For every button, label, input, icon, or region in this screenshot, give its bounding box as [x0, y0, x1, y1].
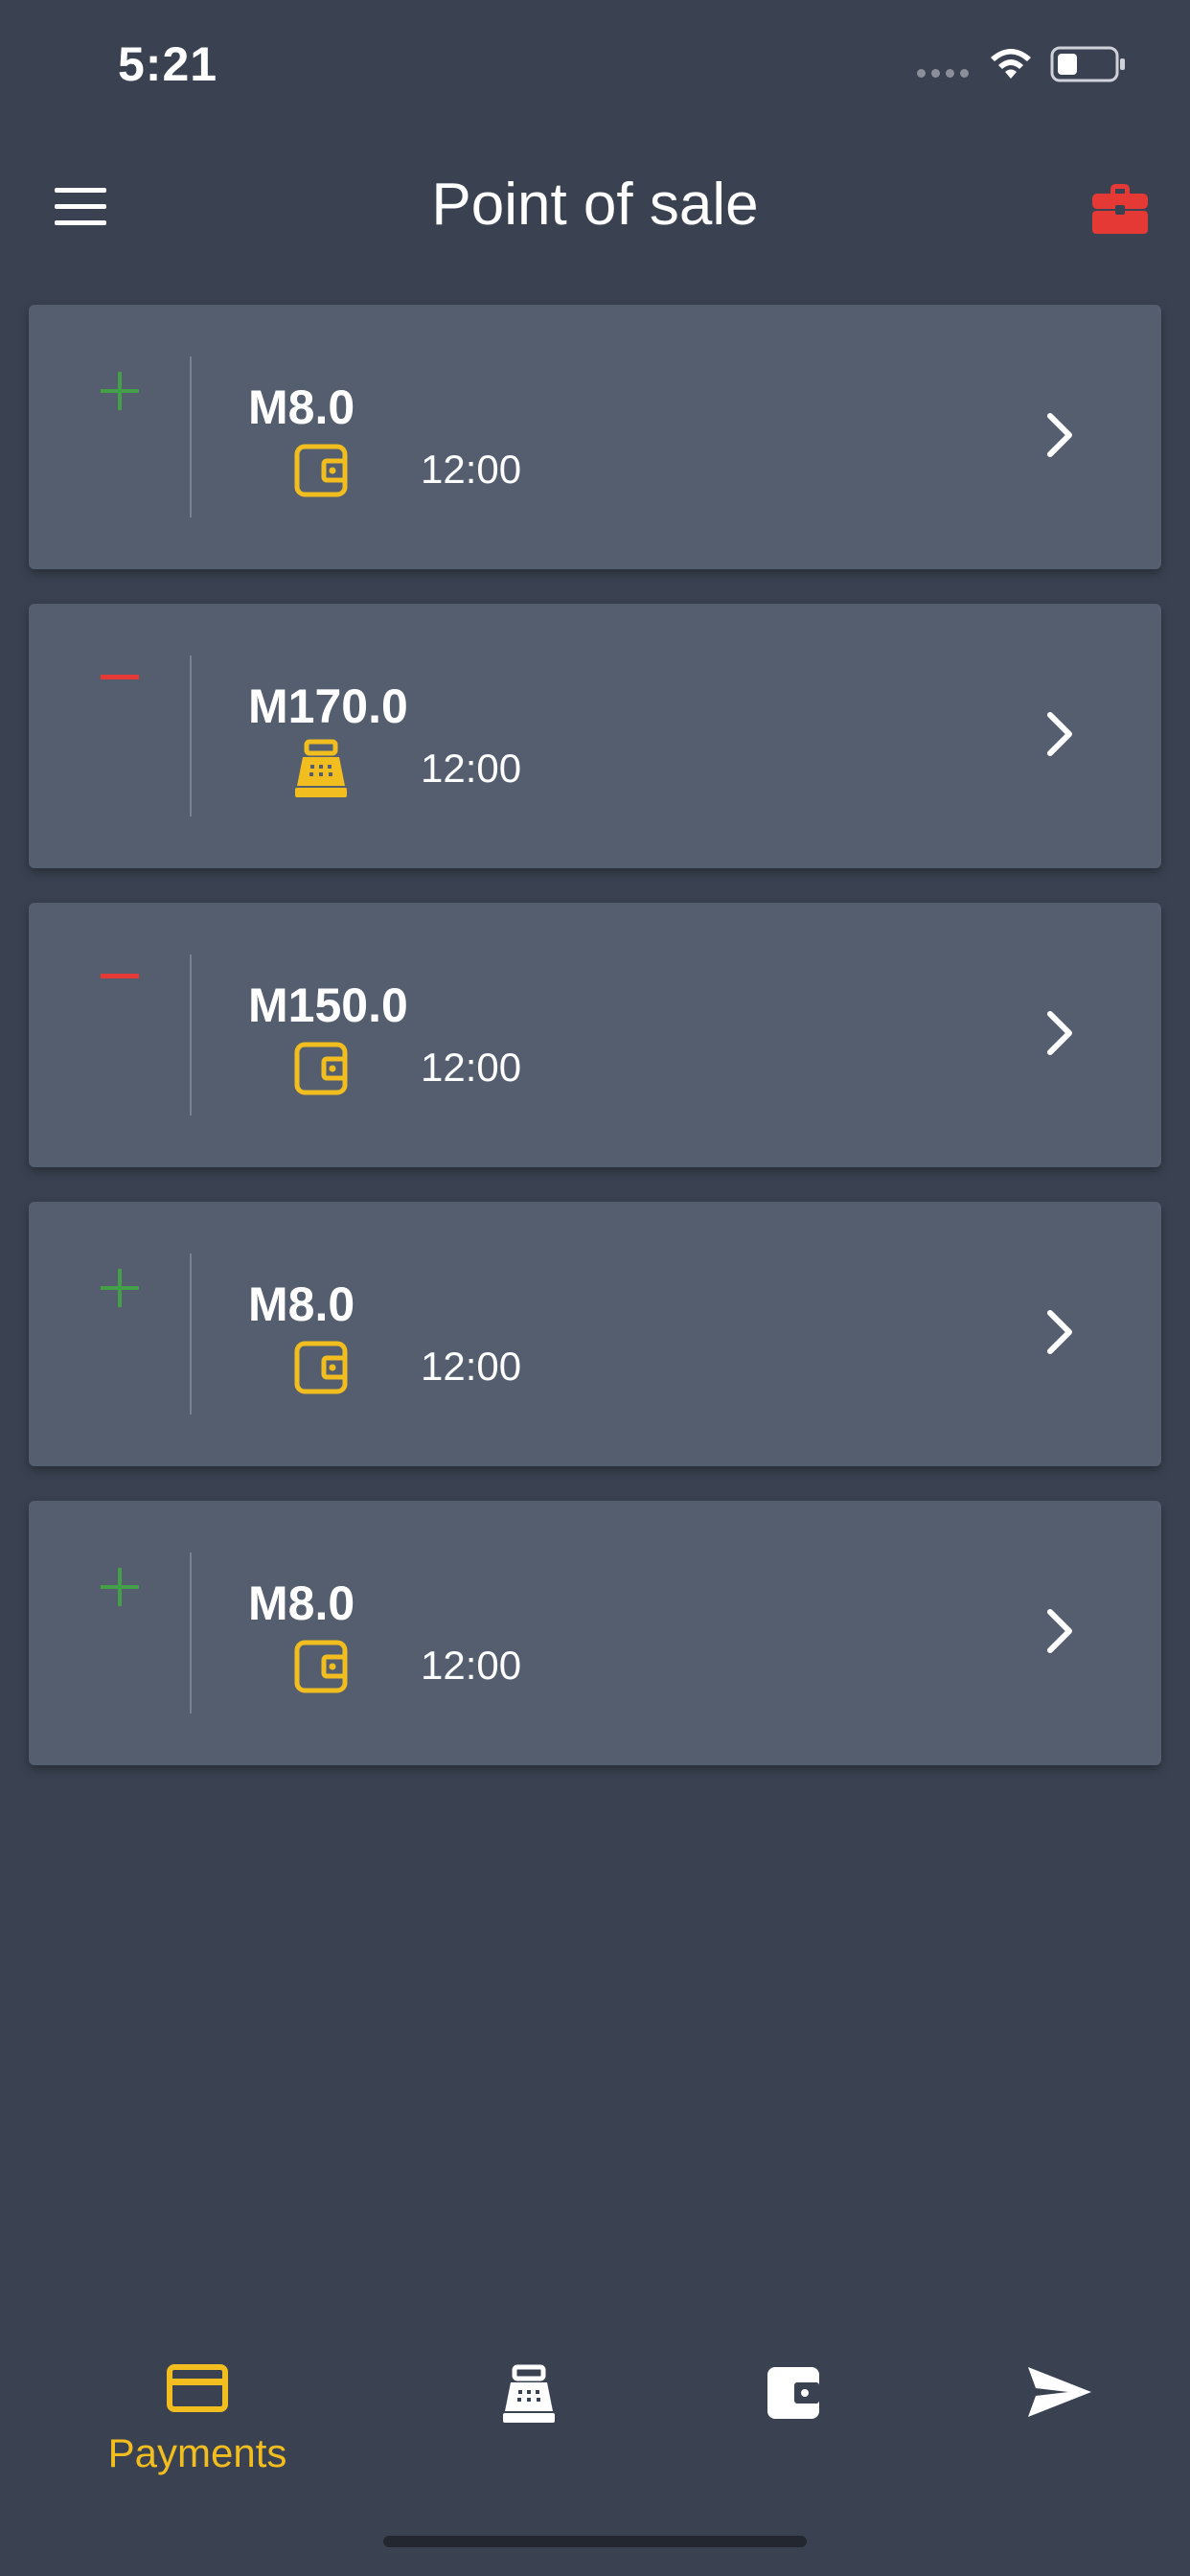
chevron-right-icon: [1047, 1310, 1072, 1354]
divider: [190, 356, 192, 518]
transaction-amount: M8.0: [248, 380, 355, 434]
transaction-list: M8.0 12:00 M170.0 12:00 M150.0 12:00 M8.…: [29, 305, 1161, 1800]
minus-icon: [101, 675, 139, 679]
wallet-icon: [294, 1042, 348, 1095]
credit-card-icon: [167, 2364, 228, 2412]
chevron-right-icon: [1047, 1609, 1072, 1653]
plus-icon: [101, 372, 139, 410]
cash-register-icon: [295, 739, 347, 797]
transaction-card[interactable]: M170.0 12:00: [29, 604, 1161, 868]
divider: [190, 954, 192, 1116]
home-indicator: [383, 2536, 807, 2547]
minus-icon: [101, 974, 139, 978]
cellular-signal-icon: [917, 69, 969, 78]
page-title: Point of sale: [431, 172, 759, 238]
wallet-icon: [767, 2367, 819, 2419]
transaction-amount: M150.0: [248, 978, 408, 1032]
status-bar: 5:21: [0, 0, 1190, 134]
divider: [190, 1254, 192, 1414]
transaction-time: 12:00: [421, 1344, 522, 1389]
wallet-icon: [294, 1341, 348, 1394]
transaction-card[interactable]: M150.0 12:00: [29, 903, 1161, 1167]
transaction-amount: M8.0: [248, 1576, 355, 1630]
transaction-time: 12:00: [421, 1643, 522, 1688]
plus-icon: [101, 1568, 139, 1606]
bottom-nav: Payments: [0, 2338, 1190, 2511]
wifi-icon: [991, 49, 1031, 79]
wallet-icon: [294, 1640, 348, 1693]
transaction-amount: M8.0: [248, 1277, 355, 1331]
chevron-right-icon: [1047, 1011, 1072, 1055]
send-icon: [1028, 2367, 1091, 2417]
chevron-right-icon: [1047, 712, 1072, 756]
app-header: Point of sale: [0, 153, 1190, 259]
transaction-card[interactable]: M8.0 12:00: [29, 1501, 1161, 1765]
transaction-amount: M170.0: [248, 679, 408, 733]
plus-icon: [101, 1269, 139, 1307]
wallet-icon: [294, 444, 348, 497]
divider: [190, 656, 192, 816]
nav-tab-send[interactable]: [945, 2338, 1175, 2492]
cash-register-icon: [503, 2364, 555, 2423]
nav-tab-cash-register[interactable]: [414, 2338, 644, 2492]
divider: [190, 1552, 192, 1714]
transaction-time: 12:00: [421, 746, 522, 791]
transaction-card[interactable]: M8.0 12:00: [29, 1202, 1161, 1466]
nav-tab-label: Payments: [107, 2430, 287, 2475]
transaction-time: 12:00: [421, 1045, 522, 1090]
transaction-card[interactable]: M8.0 12:00: [29, 305, 1161, 569]
status-time: 5:21: [118, 37, 218, 91]
briefcase-icon[interactable]: [1090, 180, 1150, 236]
battery-icon: [1050, 46, 1125, 82]
chevron-right-icon: [1047, 413, 1072, 457]
nav-tab-wallet[interactable]: [678, 2338, 908, 2492]
transaction-time: 12:00: [421, 447, 522, 492]
nav-tab-payments[interactable]: Payments: [82, 2338, 312, 2492]
